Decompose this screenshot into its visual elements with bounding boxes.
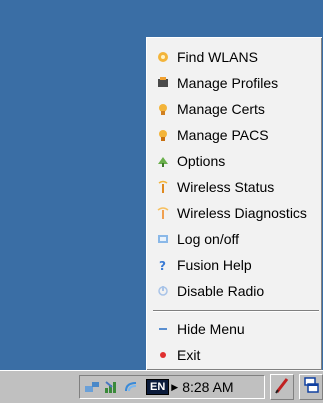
menu-item-label: Wireless Diagnostics xyxy=(177,205,307,221)
system-tray: EN ▶ 8:28 AM xyxy=(79,375,265,399)
svg-text:?: ? xyxy=(159,259,166,272)
input-language-indicator[interactable]: EN xyxy=(146,379,170,395)
menu-item-label: Manage Certs xyxy=(177,101,265,117)
menu-item-label: Hide Menu xyxy=(177,321,245,337)
window-switcher-button[interactable] xyxy=(299,374,323,400)
pac-icon xyxy=(155,127,171,143)
menu-item-label: Disable Radio xyxy=(177,283,265,299)
menu-item-log-on-off[interactable]: Log on/off xyxy=(150,228,320,250)
menu-item-wireless-diagnostics[interactable]: Wireless Diagnostics xyxy=(150,202,320,224)
menu-item-disable-radio[interactable]: Disable Radio xyxy=(150,280,320,302)
taskbar: EN ▶ 8:28 AM xyxy=(0,370,323,403)
menu-item-label: Manage Profiles xyxy=(177,75,279,91)
menu-item-label: Wireless Status xyxy=(177,179,275,195)
wireless-tray-icon[interactable] xyxy=(124,379,140,395)
menu-separator xyxy=(153,310,319,312)
signal-strength-icon[interactable] xyxy=(104,379,120,395)
menu-item-label: Log on/off xyxy=(177,231,240,247)
menu-item-label: Find WLANS xyxy=(177,49,258,65)
radio-icon xyxy=(155,283,171,299)
hide-menu-icon xyxy=(155,321,171,337)
window-switcher-icon xyxy=(303,376,319,399)
menu-item-label: Options xyxy=(177,153,226,169)
options-icon xyxy=(155,153,171,169)
logon-icon xyxy=(155,231,171,247)
clock[interactable]: 8:28 AM xyxy=(182,379,233,395)
play-arrow-icon: ▶ xyxy=(171,381,179,392)
menu-item-manage-certs[interactable]: Manage Certs xyxy=(150,98,320,120)
help-icon: ? xyxy=(155,257,171,273)
menu-item-label: Manage PACS xyxy=(177,127,269,143)
menu-item-label: Fusion Help xyxy=(177,257,252,273)
profiles-icon xyxy=(155,75,171,91)
wlan-search-icon xyxy=(155,49,171,65)
fusion-context-menu: Find WLANS Manage Profiles Manage Certs … xyxy=(146,37,322,370)
menu-item-exit[interactable]: Exit xyxy=(150,344,320,366)
exit-icon xyxy=(155,347,171,363)
menu-item-manage-profiles[interactable]: Manage Profiles xyxy=(150,72,320,94)
pen-icon xyxy=(274,376,290,399)
wireless-diagnostics-icon xyxy=(155,205,171,221)
certificate-icon xyxy=(155,101,171,117)
menu-item-label: Exit xyxy=(177,347,201,363)
menu-item-options[interactable]: Options xyxy=(150,150,320,172)
network-icon[interactable] xyxy=(84,379,100,395)
menu-item-hide-menu[interactable]: Hide Menu xyxy=(150,318,320,340)
menu-item-manage-pacs[interactable]: Manage PACS xyxy=(150,124,320,146)
menu-item-find-wlans[interactable]: Find WLANS xyxy=(150,46,320,68)
menu-item-wireless-status[interactable]: Wireless Status xyxy=(150,176,320,198)
menu-item-fusion-help[interactable]: ? Fusion Help xyxy=(150,254,320,276)
wireless-status-icon xyxy=(155,179,171,195)
pen-input-button[interactable] xyxy=(270,374,294,400)
